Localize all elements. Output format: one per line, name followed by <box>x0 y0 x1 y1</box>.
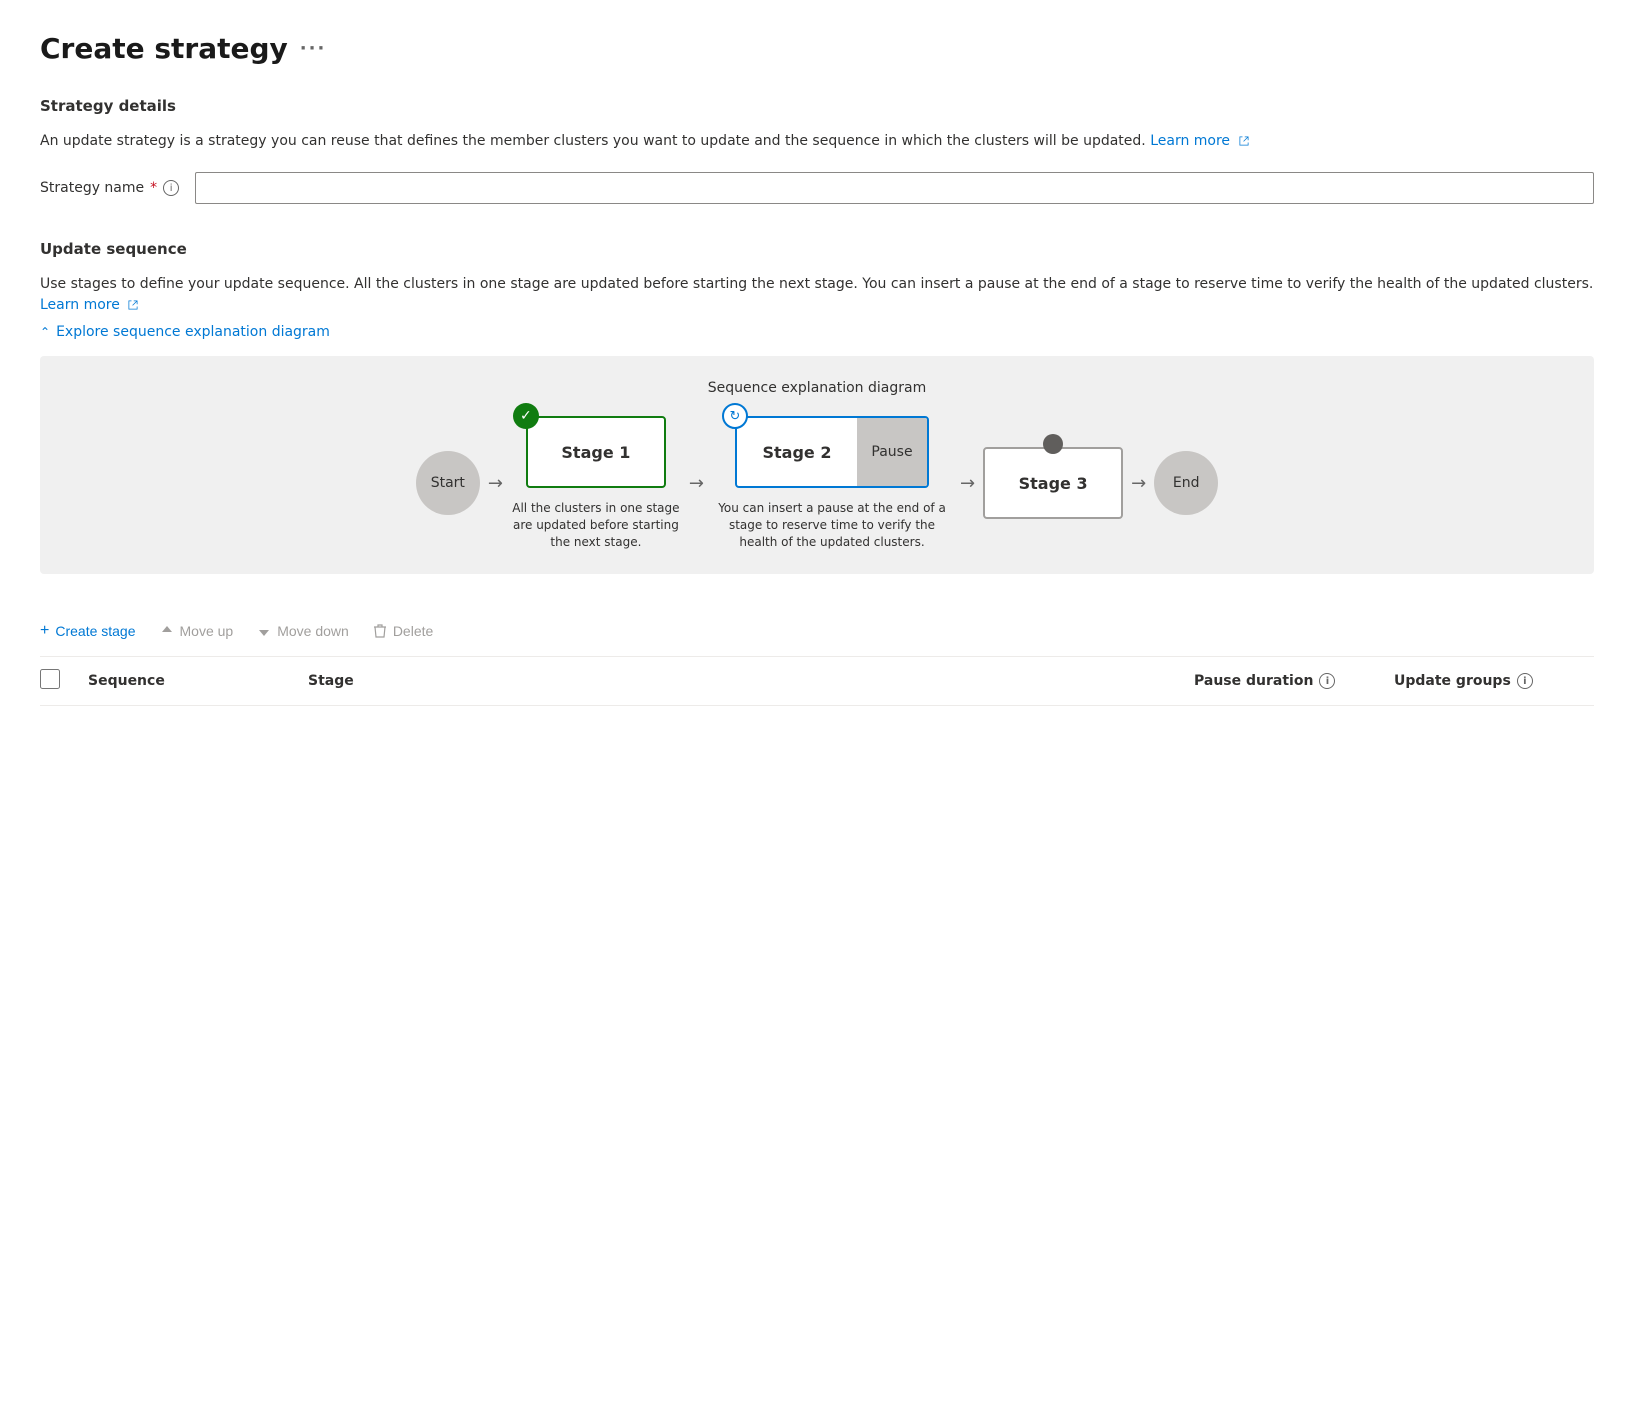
delete-button[interactable]: Delete <box>373 619 433 643</box>
strategy-name-label: Strategy name * i <box>40 180 179 196</box>
refresh-icon: ↻ <box>730 409 741 424</box>
stage2-pause-group: Stage 2 Pause <box>735 416 929 488</box>
diagram-title: Sequence explanation diagram <box>64 380 1570 396</box>
col-header-stage: Stage <box>308 673 1194 689</box>
external-link-icon-2 <box>127 299 139 311</box>
arrow-3: → <box>952 473 983 494</box>
toolbar: + Create stage Move up Move down Delete <box>40 606 1594 657</box>
strategy-details-learn-more[interactable]: Learn more <box>1150 133 1249 149</box>
diagram-stage2-wrapper: ↻ Stage 2 Pause You can insert a pause a… <box>712 416 952 550</box>
select-all-checkbox[interactable] <box>40 669 60 689</box>
start-circle: Start <box>416 451 480 515</box>
diagram-start-node: Start <box>416 451 480 515</box>
page-title: Create strategy <box>40 32 288 65</box>
table-header: Sequence Stage Pause duration i Update g… <box>40 657 1594 706</box>
expand-diagram-link[interactable]: ⌃ Explore sequence explanation diagram <box>40 324 1594 340</box>
strategy-details-description: An update strategy is a strategy you can… <box>40 131 1594 152</box>
page-title-container: Create strategy ··· <box>40 32 1594 65</box>
update-sequence-heading: Update sequence <box>40 240 1594 258</box>
diagram-end-node: End <box>1154 451 1218 515</box>
strategy-details-heading: Strategy details <box>40 97 1594 115</box>
strategy-name-input[interactable] <box>195 172 1594 204</box>
stage1-badge: ✓ <box>513 403 539 429</box>
strategy-name-row: Strategy name * i <box>40 172 1594 204</box>
arrow-2: → <box>681 473 712 494</box>
required-marker: * <box>150 180 157 196</box>
stage3-box: Stage 3 <box>983 447 1123 519</box>
update-sequence-learn-more[interactable]: Learn more <box>40 297 139 313</box>
pause-duration-info-icon[interactable]: i <box>1319 673 1335 689</box>
trash-icon <box>373 623 387 639</box>
update-groups-info-icon[interactable]: i <box>1517 673 1533 689</box>
update-sequence-section: Update sequence Use stages to define you… <box>40 240 1594 706</box>
stage1-label: All the clusters in one stage are update… <box>511 500 681 550</box>
move-up-button[interactable]: Move up <box>160 619 234 643</box>
strategy-name-info-icon[interactable]: i <box>163 180 179 196</box>
col-header-sequence: Sequence <box>88 673 308 689</box>
arrow-up-icon <box>160 624 174 638</box>
col-header-pause-duration: Pause duration i <box>1194 673 1394 689</box>
check-icon: ✓ <box>520 408 532 424</box>
create-stage-button[interactable]: + Create stage <box>40 618 136 644</box>
stage3-badge <box>1043 434 1063 454</box>
stage2-badge: ↻ <box>722 403 748 429</box>
plus-icon: + <box>40 622 49 640</box>
diagram-flow: Start → ✓ Stage 1 All the clusters in on… <box>64 416 1570 550</box>
sequence-diagram-container: Sequence explanation diagram Start → ✓ S… <box>40 356 1594 574</box>
external-link-icon <box>1238 135 1250 147</box>
end-circle: End <box>1154 451 1218 515</box>
chevron-up-icon: ⌃ <box>40 325 50 339</box>
move-down-button[interactable]: Move down <box>257 619 349 643</box>
update-sequence-description: Use stages to define your update sequenc… <box>40 274 1594 316</box>
strategy-details-section: Strategy details An update strategy is a… <box>40 97 1594 204</box>
table-select-all-cell <box>40 669 88 693</box>
pause-box: Pause <box>857 418 927 486</box>
arrow-down-icon <box>257 624 271 638</box>
page-title-ellipsis[interactable]: ··· <box>300 38 327 59</box>
col-header-update-groups: Update groups i <box>1394 673 1594 689</box>
stage1-box: Stage 1 <box>526 416 666 488</box>
arrow-4: → <box>1123 473 1154 494</box>
diagram-stage1-wrapper: ✓ Stage 1 All the clusters in one stage … <box>511 416 681 550</box>
diagram-stage3-wrapper: Stage 3 <box>983 447 1123 519</box>
stage2-label: You can insert a pause at the end of a s… <box>712 500 952 550</box>
arrow-1: → <box>480 473 511 494</box>
stage2-box: Stage 2 <box>737 418 857 486</box>
